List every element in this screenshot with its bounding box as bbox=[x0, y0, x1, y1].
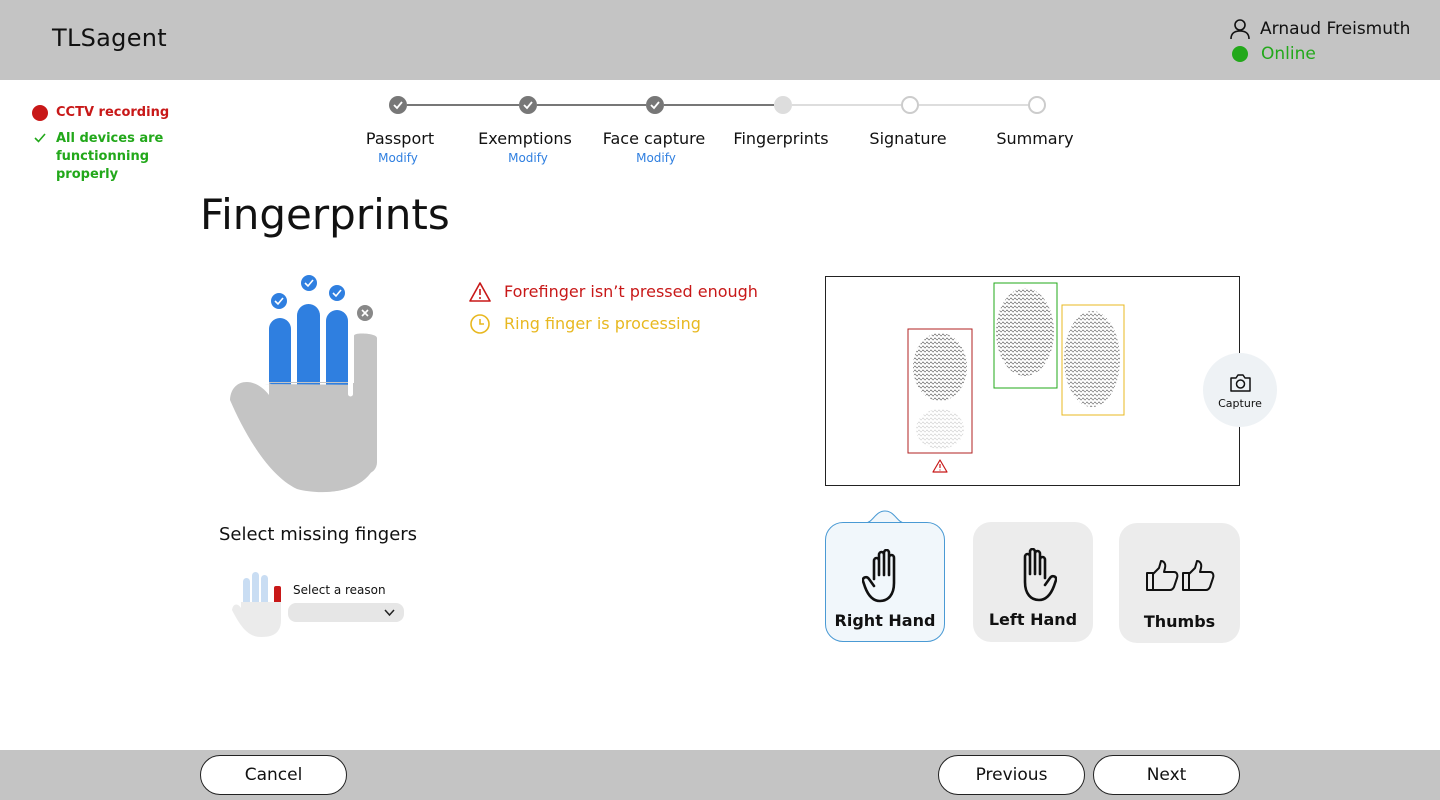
capture-button[interactable]: Capture bbox=[1203, 353, 1277, 427]
step-exemptions-label: Exemptions bbox=[478, 129, 572, 148]
step-passport-done-dot bbox=[389, 96, 407, 114]
warning-triangle-icon bbox=[932, 459, 948, 473]
reason-select[interactable] bbox=[288, 603, 404, 622]
hand-finger-status-graphic bbox=[230, 275, 377, 493]
chevron-down-icon bbox=[384, 609, 395, 617]
step-signature-label: Signature bbox=[869, 129, 947, 148]
progress-stepper: Passport Modify Exemptions Modify Face c… bbox=[0, 0, 1440, 190]
fingerprint-images bbox=[907, 282, 1125, 473]
step-exemptions-modify-link[interactable]: Modify bbox=[478, 151, 578, 165]
little-finger-missing[interactable] bbox=[354, 334, 377, 474]
forefinger-check-icon bbox=[271, 293, 287, 309]
next-button[interactable]: Next bbox=[1093, 755, 1240, 795]
step-summary-label: Summary bbox=[996, 129, 1074, 148]
step-fingerprints-current-dot bbox=[774, 96, 792, 114]
fingerprint-scan-preview bbox=[825, 276, 1240, 486]
middle-finger-check-icon bbox=[301, 275, 317, 291]
reason-label: Select a reason bbox=[293, 583, 386, 597]
step-face-capture-modify-link[interactable]: Modify bbox=[606, 151, 706, 165]
capture-label: Capture bbox=[1218, 397, 1262, 410]
hand-icon bbox=[862, 549, 896, 603]
missing-fingers-title: Select missing fingers bbox=[218, 524, 418, 545]
ring-finger-processing-message: Ring finger is processing bbox=[504, 314, 701, 333]
step-face-capture-label: Face capture bbox=[602, 129, 706, 148]
left-hand-option[interactable]: Left Hand bbox=[973, 522, 1093, 642]
step-passport-modify-link[interactable]: Modify bbox=[348, 151, 448, 165]
mini-hand-icon bbox=[232, 572, 281, 637]
little-finger-cross-icon bbox=[357, 305, 373, 321]
thumbs-up-icon bbox=[1146, 560, 1215, 591]
stepper-connector-lines bbox=[407, 104, 1028, 106]
forefinger-warning-message: Forefinger isn’t pressed enough bbox=[504, 282, 758, 301]
right-hand-label: Right Hand bbox=[834, 611, 936, 630]
clock-icon bbox=[470, 314, 490, 334]
ring-finger-check-icon bbox=[329, 285, 345, 301]
cancel-button[interactable]: Cancel bbox=[200, 755, 347, 795]
warning-triangle-icon bbox=[469, 282, 491, 302]
step-exemptions-done-dot bbox=[519, 96, 537, 114]
check-icon bbox=[393, 101, 403, 110]
page-title: Fingerprints bbox=[200, 190, 450, 239]
check-icon bbox=[650, 101, 660, 110]
hand-icon bbox=[1023, 548, 1057, 602]
step-fingerprints-label: Fingerprints bbox=[733, 129, 829, 148]
previous-button[interactable]: Previous bbox=[938, 755, 1085, 795]
left-hand-label: Left Hand bbox=[988, 610, 1078, 629]
thumbs-option[interactable]: Thumbs bbox=[1119, 523, 1240, 643]
step-signature-todo-dot bbox=[901, 96, 919, 114]
camera-icon bbox=[1230, 374, 1251, 392]
step-passport-label: Passport bbox=[365, 129, 435, 148]
step-summary-todo-dot bbox=[1028, 96, 1046, 114]
check-icon bbox=[523, 101, 533, 110]
thumbs-label: Thumbs bbox=[1143, 612, 1216, 631]
right-hand-option[interactable]: Right Hand bbox=[825, 522, 945, 642]
step-face-capture-done-dot bbox=[646, 96, 664, 114]
